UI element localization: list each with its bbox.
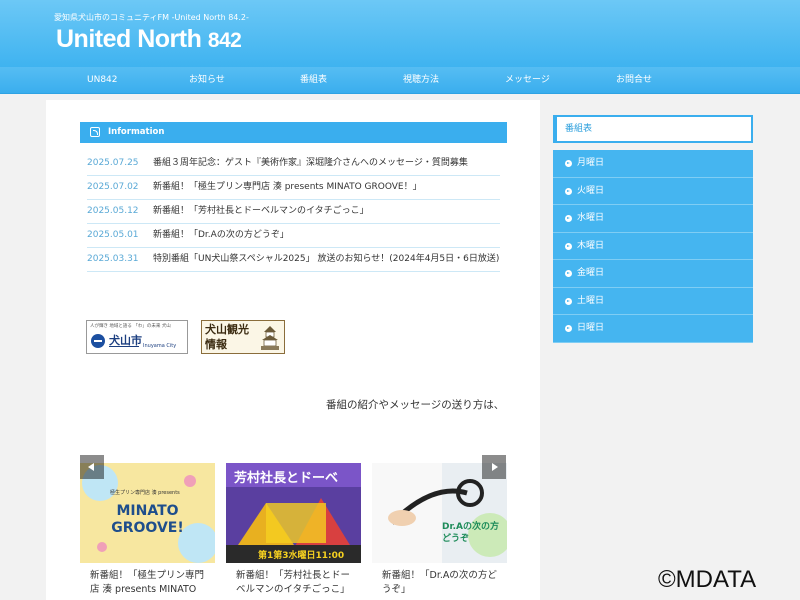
news-title-link[interactable]: 新番組！「芳村社長とドーベルマンのイタチごっこ」 xyxy=(153,205,500,218)
news-item[interactable]: 2025.07.25 番組３周年記念：ゲスト『美術作家』深堀隆介さんへのメッセー… xyxy=(87,152,500,176)
carousel-slide[interactable]: 極生プリン専門店 湊 presents MINATO GROOVE! 新番組！「… xyxy=(80,463,215,600)
inuyama-city-emblem-icon xyxy=(91,334,105,348)
tourism-banner-text: 犬山観光情報 xyxy=(205,323,249,351)
sidebar-item-saturday[interactable]: 土曜日 xyxy=(553,287,753,315)
sidebar-item-wednesday[interactable]: 水曜日 xyxy=(553,205,753,233)
inuyama-tourism-banner[interactable]: 犬山観光情報 xyxy=(201,320,285,354)
sidebar-schedule-header: 番組表 xyxy=(553,115,753,143)
news-item[interactable]: 2025.05.01 新番組！「Dr.Aの次の方どうぞ」 xyxy=(87,224,500,248)
slide-caption[interactable]: 新番組！「Dr.Aの次の方どうぞ」 xyxy=(382,569,504,597)
carousel-prev-button[interactable] xyxy=(80,455,104,479)
site-header: 愛知県犬山市のコミュニティFM -United North 84.2- Unit… xyxy=(0,0,800,67)
news-title-link[interactable]: 新番組！「Dr.Aの次の方どうぞ」 xyxy=(153,229,500,242)
program-carousel: 極生プリン専門店 湊 presents MINATO GROOVE! 新番組！「… xyxy=(80,463,507,600)
sidebar-item-tuesday[interactable]: 火曜日 xyxy=(553,177,753,205)
slide-caption[interactable]: 新番組！「極生プリン専門店 湊 presents MINATO xyxy=(90,569,212,597)
information-header: Information xyxy=(80,122,507,143)
inuyama-city-banner[interactable]: 人が輝き 地域と語る 「わ」の未来 犬山 犬山市 Inuyama City xyxy=(86,320,188,354)
sidebar-title: 番組表 xyxy=(565,124,593,134)
news-date: 2025.05.12 xyxy=(87,206,139,216)
nav-item-un842[interactable]: UN842 xyxy=(87,67,118,94)
banner-divider xyxy=(109,346,139,347)
site-tagline: 愛知県犬山市のコミュニティFM -United North 84.2- xyxy=(54,13,249,22)
carousel-slide[interactable]: 芳村社長とドーベ 第1第3水曜日11:00 新番組！「芳村社長とドーベルマンのイ… xyxy=(226,463,361,600)
carousel-next-button[interactable] xyxy=(482,455,506,479)
castle-icon xyxy=(261,326,279,350)
information-title: Information xyxy=(108,127,165,137)
logo-text: United North xyxy=(56,25,202,53)
news-item[interactable]: 2025.05.12 新番組！「芳村社長とドーベルマンのイタチごっこ」 xyxy=(87,200,500,224)
news-title-link[interactable]: 特別番組「UN犬山祭スペシャル2025」 放送のお知らせ！(2024年4月5日・… xyxy=(153,253,500,266)
nav-item-schedule[interactable]: 番組表 xyxy=(300,67,327,94)
news-date: 2025.07.02 xyxy=(87,182,139,192)
logo-frequency: 842 xyxy=(207,29,242,52)
news-item[interactable]: 2025.07.02 新番組！「極生プリン専門店 湊 presents MINA… xyxy=(87,176,500,200)
sidebar-item-monday[interactable]: 月曜日 xyxy=(553,150,753,178)
news-date: 2025.07.25 xyxy=(87,158,139,168)
minato-subtitle: 極生プリン専門店 湊 presents xyxy=(110,490,180,496)
site-logo[interactable]: United North 842 xyxy=(56,25,242,54)
sidebar-item-sunday[interactable]: 日曜日 xyxy=(553,315,753,343)
copyright-watermark: ©MDATA xyxy=(658,566,757,593)
rss-icon xyxy=(90,127,100,137)
yoshimura-schedule-text: 第1第3水曜日11:00 xyxy=(258,551,345,561)
sidebar-day-list: 月曜日 火曜日 水曜日 木曜日 金曜日 土曜日 日曜日 xyxy=(553,150,753,343)
news-item[interactable]: 2025.03.31 特別番組「UN犬山祭スペシャル2025」 放送のお知らせ！… xyxy=(87,248,500,272)
dr-a-title-text: Dr.Aの次の方どうぞ xyxy=(442,522,500,544)
news-date: 2025.03.31 xyxy=(87,254,139,264)
nav-item-message[interactable]: メッセージ xyxy=(505,67,550,94)
inuyama-city-sub: Inuyama City xyxy=(143,343,177,349)
news-date: 2025.05.01 xyxy=(87,230,139,240)
nav-item-how-to-listen[interactable]: 視聴方法 xyxy=(403,67,439,94)
main-content: Information 2025.07.25 番組３周年記念：ゲスト『美術作家』… xyxy=(46,100,540,600)
carousel-slide[interactable]: Dr.Aの次の方どうぞ 新番組！「Dr.Aの次の方どうぞ」 xyxy=(372,463,507,600)
inuyama-city-slogan: 人が輝き 地域と語る 「わ」の未来 犬山 xyxy=(90,324,171,329)
main-nav: UN842 お知らせ 番組表 視聴方法 メッセージ お問合せ xyxy=(0,67,800,94)
nav-item-news[interactable]: お知らせ xyxy=(189,67,225,94)
yoshimura-title-text: 芳村社長とドーベ xyxy=(234,471,339,486)
minato-logo-text: MINATO GROOVE! xyxy=(111,503,184,536)
news-list: 2025.07.25 番組３周年記念：ゲスト『美術作家』深堀隆介さんへのメッセー… xyxy=(87,152,500,272)
slide-caption[interactable]: 新番組！「芳村社長とドーベルマンのイタチごっこ」 xyxy=(236,569,358,597)
slide-image-yoshimura[interactable]: 芳村社長とドーベ 第1第3水曜日11:00 xyxy=(226,463,361,563)
news-title-link[interactable]: 番組３周年記念：ゲスト『美術作家』深堀隆介さんへのメッセージ・質問募集 xyxy=(153,157,500,170)
news-title-link[interactable]: 新番組！「極生プリン専門店 湊 presents MINATO GROOVE！」 xyxy=(153,181,500,194)
sidebar-item-friday[interactable]: 金曜日 xyxy=(553,260,753,288)
scrolling-notice: 番組の紹介やメッセージの送り方は、各 xyxy=(326,399,502,411)
sidebar-item-thursday[interactable]: 木曜日 xyxy=(553,232,753,260)
nav-item-contact[interactable]: お問合せ xyxy=(616,67,652,94)
